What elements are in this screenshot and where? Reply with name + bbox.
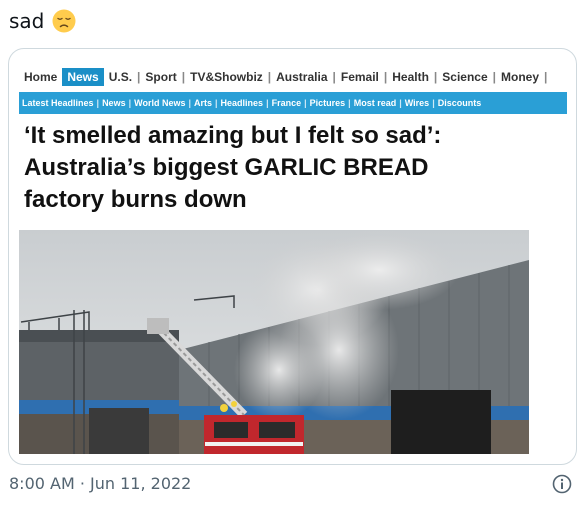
nav-item-health: Health	[392, 69, 429, 84]
nav-item-news: News	[62, 67, 104, 86]
subnav-item-discounts: Discounts	[437, 98, 482, 108]
subnav-item-latest: Latest Headlines	[22, 98, 94, 108]
disappointed-face-emoji-icon	[52, 9, 76, 33]
media-card[interactable]: Home News U.S. | Sport | TV&Showbiz | Au…	[8, 48, 577, 465]
tweet-timestamp[interactable]: 8:00 AM · Jun 11, 2022	[9, 474, 191, 493]
nav-item-science: Science	[442, 69, 488, 84]
headline-line-2: Australia’s biggest GARLIC BREAD	[24, 154, 429, 181]
primary-nav: Home News U.S. | Sport | TV&Showbiz | Au…	[19, 66, 567, 87]
info-icon[interactable]	[552, 474, 572, 494]
nav-item-tvshowbiz: TV&Showbiz	[190, 69, 263, 84]
article-headline: ‘It smelled amazing but I felt so sad’: …	[24, 120, 554, 216]
nav-item-sport: Sport	[145, 69, 177, 84]
subnav-item-arts: Arts	[193, 98, 212, 108]
subnav-item-pictures: Pictures	[309, 98, 346, 108]
nav-item-home: Home	[24, 69, 58, 84]
nav-item-us: U.S.	[108, 69, 133, 84]
headline-line-3: factory burns down	[24, 186, 247, 213]
subnav-item-headlines: Headlines	[220, 98, 264, 108]
headline-line-1: ‘It smelled amazing but I felt so sad’:	[24, 122, 442, 149]
secondary-nav: Latest Headlines | News | World News | A…	[19, 92, 567, 114]
nav-separator: |	[544, 69, 548, 84]
tweet-text: sad	[9, 6, 76, 36]
subnav-item-france: France	[271, 98, 302, 108]
nav-item-femail: Femail	[340, 69, 379, 84]
subnav-item-news: News	[102, 98, 126, 108]
subnav-item-wires: Wires	[404, 98, 430, 108]
subnav-item-most-read: Most read	[353, 98, 397, 108]
subnav-item-world-news: World News	[134, 98, 186, 108]
factory-fire-photo	[19, 230, 529, 454]
nav-item-money: Money	[501, 69, 540, 84]
tweet-body: sad	[9, 9, 45, 33]
nav-item-australia: Australia	[276, 69, 328, 84]
